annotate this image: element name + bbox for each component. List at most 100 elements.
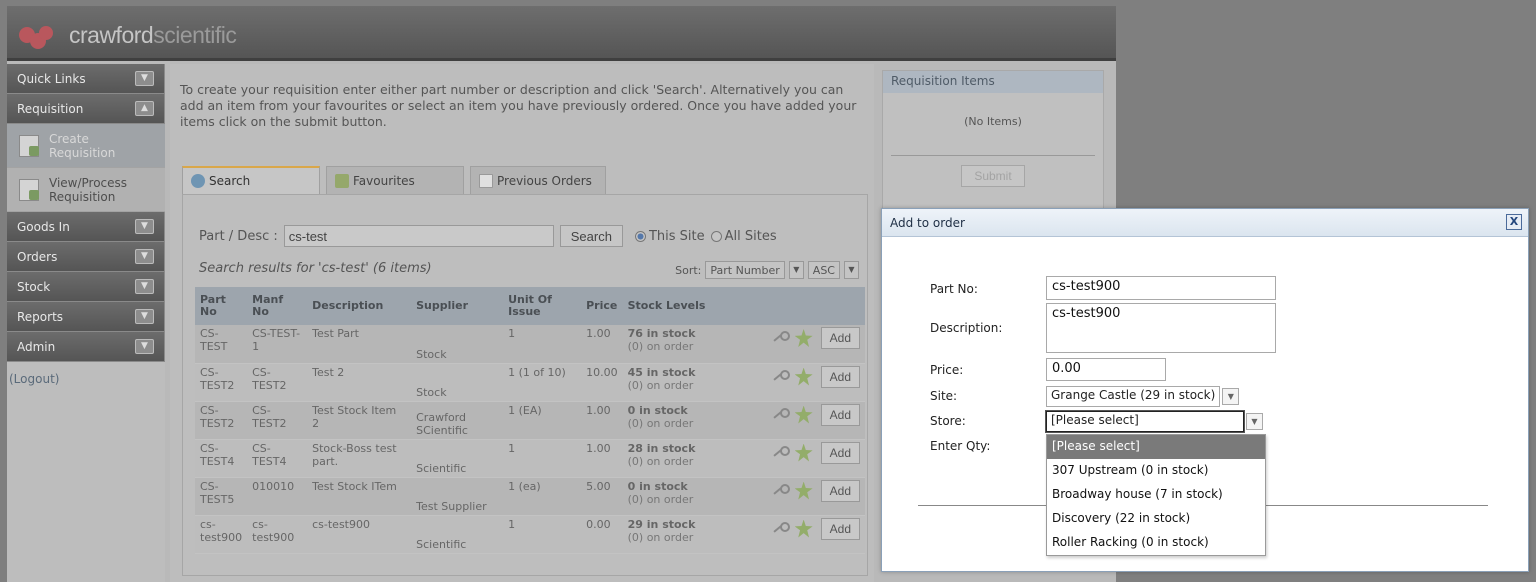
price-label: Price: bbox=[930, 363, 964, 377]
key-icon[interactable] bbox=[773, 483, 790, 498]
sidebar-section-orders[interactable]: Orders ▼ bbox=[7, 242, 165, 272]
search-button[interactable]: Search bbox=[559, 225, 623, 247]
manf-no-cell: CS-TEST4 bbox=[247, 439, 308, 478]
star-icon[interactable] bbox=[794, 367, 813, 386]
search-input[interactable] bbox=[283, 225, 554, 247]
store-option[interactable]: [Please select] bbox=[1047, 435, 1265, 459]
supplier-cell: Scientific bbox=[411, 439, 504, 478]
sort-field-select[interactable]: Part Number bbox=[705, 261, 785, 279]
table-row: CS-TEST CS-TEST-1 Test Part Stock 1 1.00 76 in… bbox=[195, 325, 865, 364]
star-icon[interactable] bbox=[794, 519, 813, 538]
actions-cell: Add bbox=[732, 439, 865, 478]
logout-link[interactable]: (Logout) bbox=[7, 362, 165, 386]
sidebar-item-label: Create Requisition bbox=[49, 131, 116, 160]
radio-all-sites[interactable]: All Sites bbox=[710, 229, 777, 244]
description-field[interactable]: cs-test900 bbox=[1046, 303, 1276, 353]
sidebar-section-goods-in[interactable]: Goods In ▼ bbox=[7, 212, 165, 242]
stock-count: 28 in stock bbox=[627, 441, 696, 455]
sort-direction-select[interactable]: ASC bbox=[807, 261, 840, 279]
sidebar-section-requisition[interactable]: Requisition ▲ bbox=[7, 94, 165, 124]
sidebar-section-reports[interactable]: Reports ▼ bbox=[7, 302, 165, 332]
star-icon[interactable] bbox=[794, 443, 813, 462]
add-button[interactable]: Add bbox=[820, 479, 860, 502]
tab-favourites[interactable]: Favourites bbox=[326, 166, 464, 194]
brand-logo[interactable]: crawfordscientific bbox=[19, 22, 237, 49]
description-label: Description: bbox=[930, 321, 1003, 335]
search-icon bbox=[191, 174, 205, 188]
chevron-down-icon[interactable]: ▼ bbox=[135, 71, 154, 86]
key-icon[interactable] bbox=[773, 521, 790, 536]
chevron-down-icon[interactable]: ▼ bbox=[788, 261, 804, 279]
price-cell: 10.00 bbox=[581, 363, 623, 402]
sidebar-section-admin[interactable]: Admin ▼ bbox=[7, 332, 165, 362]
part-no-cell: cs-test900 bbox=[195, 515, 248, 554]
chevron-down-icon[interactable]: ▼ bbox=[1222, 388, 1240, 405]
table-row: CS-TEST4 CS-TEST4 Stock-Boss test part. Sci… bbox=[195, 439, 865, 478]
unit-cell: 1 (1 of 10) bbox=[503, 363, 582, 402]
app-header: crawfordscientific bbox=[7, 6, 1116, 61]
chevron-down-icon[interactable]: ▼ bbox=[1246, 413, 1263, 430]
main-content: To create your requisition enter either … bbox=[170, 64, 874, 582]
part-no-field[interactable]: cs-test900 bbox=[1046, 276, 1276, 300]
chevron-down-icon[interactable]: ▼ bbox=[135, 249, 154, 264]
part-no-cell: CS-TEST2 bbox=[195, 401, 248, 440]
submit-button[interactable]: Submit bbox=[961, 165, 1025, 187]
key-icon[interactable] bbox=[773, 445, 790, 460]
description-cell: Test Part bbox=[307, 325, 412, 364]
requisition-empty-text: (No Items) bbox=[964, 115, 1022, 128]
sidebar-section-stock[interactable]: Stock ▼ bbox=[7, 272, 165, 302]
stock-count: 0 in stock bbox=[627, 403, 688, 417]
chevron-down-icon[interactable]: ▼ bbox=[135, 339, 154, 354]
unit-cell: 1 bbox=[503, 439, 582, 478]
results-summary: Search results for 'cs-test' (6 items) bbox=[199, 261, 432, 276]
chevron-down-icon[interactable]: ▼ bbox=[135, 279, 154, 294]
stock-cell: 76 in stock (0) on order bbox=[622, 325, 733, 364]
supplier-cell: Stock bbox=[411, 325, 504, 364]
site-label: Site: bbox=[930, 389, 958, 403]
on-order-count: (0) on order bbox=[627, 416, 694, 430]
tab-bar: Search Favourites Previous Orders bbox=[182, 166, 612, 194]
chevron-down-icon[interactable]: ▼ bbox=[135, 219, 154, 234]
star-icon[interactable] bbox=[794, 405, 813, 424]
sidebar-section-quick-links[interactable]: Quick Links ▼ bbox=[7, 64, 165, 94]
price-field[interactable]: 0.00 bbox=[1046, 358, 1166, 381]
unit-cell: 1 bbox=[503, 515, 582, 554]
key-icon[interactable] bbox=[773, 331, 790, 345]
add-button[interactable]: Add bbox=[820, 517, 860, 540]
tab-search[interactable]: Search bbox=[182, 166, 320, 194]
stock-count: 29 in stock bbox=[627, 517, 696, 531]
add-button[interactable]: Add bbox=[820, 441, 860, 464]
star-icon[interactable] bbox=[794, 481, 813, 500]
col-price: Price bbox=[581, 287, 623, 325]
store-option[interactable]: Broadway house (7 in stock) bbox=[1047, 483, 1265, 507]
store-option[interactable]: Roller Racking (0 in stock) bbox=[1047, 531, 1265, 555]
sidebar-item-view-process-requisition[interactable]: View/Process Requisition bbox=[7, 168, 165, 212]
chevron-down-icon[interactable]: ▼ bbox=[844, 261, 859, 279]
create-document-icon bbox=[19, 134, 39, 157]
site-select[interactable]: Grange Castle (29 in stock) ▼ bbox=[1046, 386, 1240, 407]
site-select-value[interactable]: Grange Castle (29 in stock) bbox=[1046, 386, 1221, 407]
store-select[interactable]: [Please select] ▼ bbox=[1045, 410, 1263, 433]
close-icon[interactable]: X bbox=[1506, 214, 1522, 230]
add-button[interactable]: Add bbox=[820, 365, 860, 388]
tab-previous-orders[interactable]: Previous Orders bbox=[470, 166, 606, 194]
key-icon[interactable] bbox=[773, 369, 790, 384]
store-option[interactable]: Discovery (22 in stock) bbox=[1047, 507, 1265, 531]
store-option[interactable]: 307 Upstream (0 in stock) bbox=[1047, 459, 1265, 483]
add-button[interactable]: Add bbox=[820, 403, 860, 426]
add-button[interactable]: Add bbox=[820, 327, 860, 349]
table-header-row: Part No Manf No Description Supplier Uni… bbox=[195, 287, 865, 325]
chevron-down-icon[interactable]: ▼ bbox=[135, 309, 154, 324]
price-cell: 1.00 bbox=[581, 325, 623, 364]
sidebar-item-create-requisition[interactable]: Create Requisition bbox=[7, 124, 165, 168]
stock-cell: 28 in stock (0) on order bbox=[622, 439, 733, 478]
chevron-up-icon[interactable]: ▲ bbox=[135, 101, 154, 116]
key-icon[interactable] bbox=[773, 407, 790, 422]
star-icon bbox=[335, 173, 349, 188]
stock-cell: 29 in stock (0) on order bbox=[622, 515, 733, 554]
store-select-value[interactable]: [Please select] bbox=[1045, 410, 1245, 433]
stock-cell: 0 in stock (0) on order bbox=[622, 477, 733, 516]
part-no-cell: CS-TEST2 bbox=[195, 363, 248, 402]
radio-this-site[interactable]: This Site bbox=[634, 229, 705, 244]
star-icon[interactable] bbox=[794, 329, 813, 347]
